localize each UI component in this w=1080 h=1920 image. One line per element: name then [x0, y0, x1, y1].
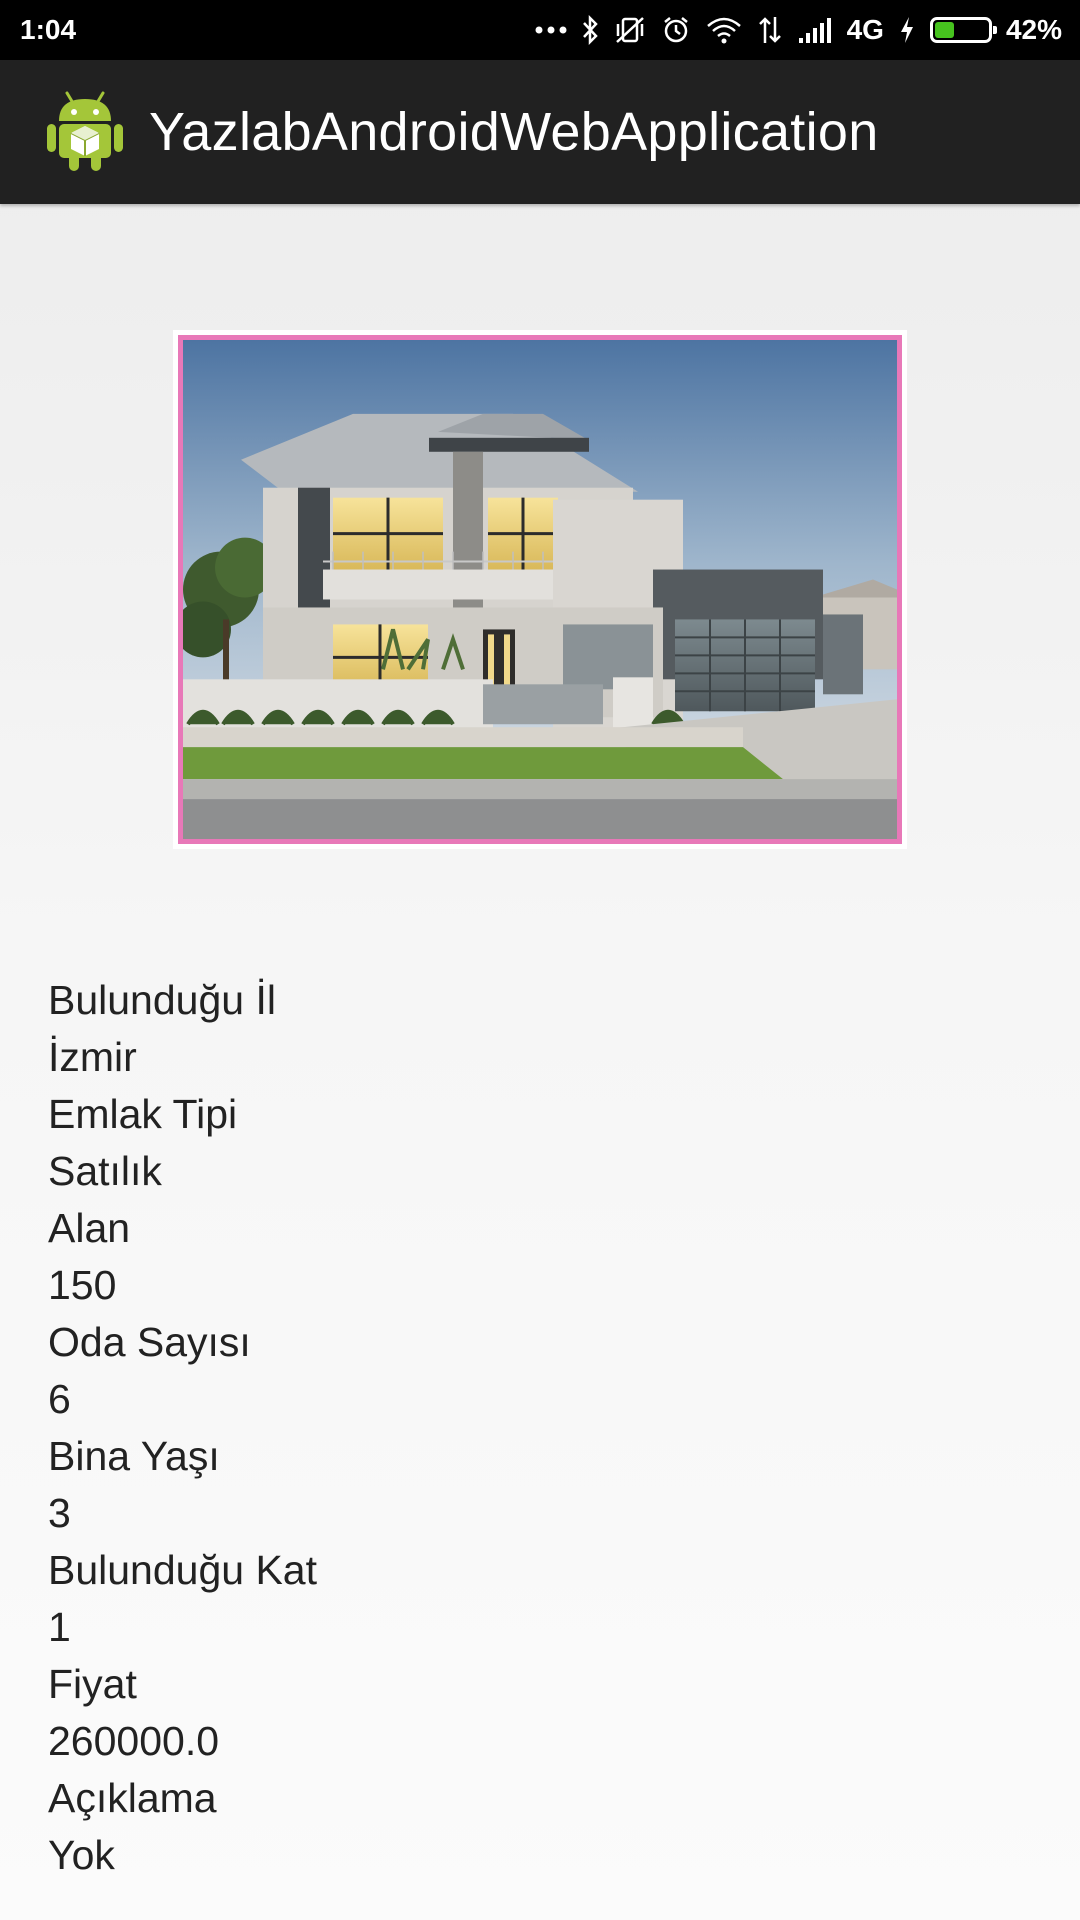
alarm-icon [661, 12, 691, 48]
detail-label: Açıklama [48, 1775, 217, 1821]
detail-value: 1 [48, 1604, 71, 1650]
detail-label: Emlak Tipi [48, 1091, 238, 1137]
detail-label: Alan [48, 1205, 131, 1251]
detail-label: Bulunduğu İl [48, 977, 276, 1023]
property-details: Bulunduğu İl İzmir Emlak Tipi Satılık Alan 15… [48, 972, 317, 1884]
battery-fill [934, 22, 955, 38]
house-photo-frame [173, 330, 907, 849]
battery-icon [929, 17, 997, 43]
more-dots-icon [535, 12, 567, 48]
status-time: 1:04 [20, 14, 77, 45]
house-photo [178, 335, 902, 844]
detail-value: 3 [48, 1490, 71, 1536]
detail-value: İzmir [48, 1034, 137, 1080]
detail-value: Satılık [48, 1148, 162, 1194]
detail-value: 6 [48, 1376, 71, 1422]
status-bar: 1:04 4G 42% [0, 0, 1080, 60]
detail-label: Bulunduğu Kat [48, 1547, 318, 1593]
detail-value: 150 [48, 1262, 117, 1308]
bluetooth-icon [581, 12, 599, 48]
wifi-icon [705, 12, 743, 48]
detail-label: Fiyat [48, 1661, 137, 1707]
charging-icon [898, 12, 916, 48]
app-title: YazlabAndroidWebApplication [149, 102, 879, 162]
detail-label: Oda Sayısı [48, 1319, 251, 1365]
status-icons: 4G 42% [535, 12, 1062, 48]
android-icon [45, 87, 149, 178]
app-bar: YazlabAndroidWebApplication [0, 60, 1080, 204]
data-transfer-icon [757, 12, 783, 48]
detail-value: Yok [48, 1832, 115, 1878]
signal-icon [797, 12, 833, 48]
detail-label: Bina Yaşı [48, 1433, 220, 1479]
network-type: 4G [846, 14, 884, 45]
vibrate-off-icon [613, 12, 647, 48]
detail-value: 260000.0 [48, 1718, 220, 1764]
battery-percent: 42% [1005, 14, 1062, 45]
